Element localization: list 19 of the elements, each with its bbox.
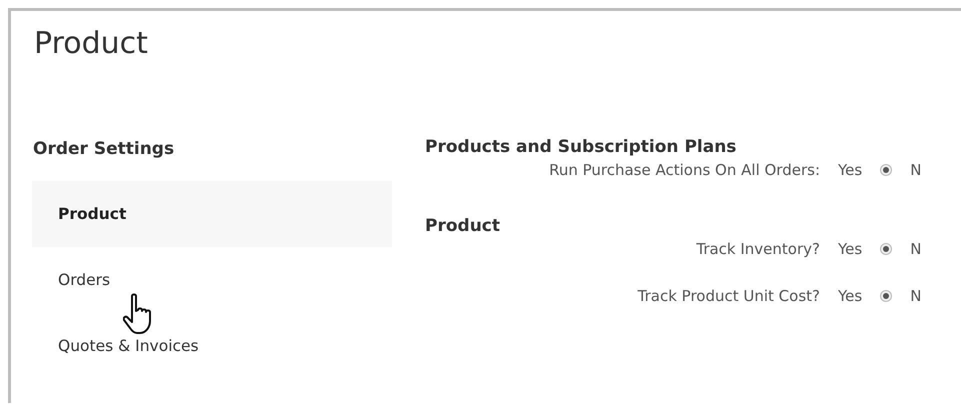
option-label: N bbox=[910, 287, 922, 305]
option-label: Yes bbox=[838, 287, 862, 305]
option-label: Yes bbox=[838, 161, 862, 179]
sidebar-item[interactable]: Quotes & Invoices bbox=[32, 313, 392, 379]
radio-button[interactable] bbox=[880, 164, 892, 176]
radio-button[interactable] bbox=[880, 290, 892, 302]
setting-label: Run Purchase Actions On All Orders: bbox=[548, 161, 820, 179]
setting-label: Track Product Unit Cost? bbox=[636, 287, 820, 305]
radio-button[interactable] bbox=[880, 243, 892, 255]
option-label: N bbox=[910, 240, 922, 258]
page-title: Product bbox=[33, 25, 148, 63]
sidebar-heading: Order Settings bbox=[33, 139, 174, 159]
sidebar-item[interactable]: Product bbox=[32, 181, 392, 247]
section-heading: Product bbox=[425, 216, 500, 236]
option-label: Yes bbox=[838, 240, 862, 258]
setting-label: Track Inventory? bbox=[695, 240, 820, 258]
sidebar-item[interactable]: Orders bbox=[32, 247, 392, 313]
section-heading: Products and Subscription Plans bbox=[425, 137, 736, 157]
option-label: N bbox=[910, 161, 922, 179]
